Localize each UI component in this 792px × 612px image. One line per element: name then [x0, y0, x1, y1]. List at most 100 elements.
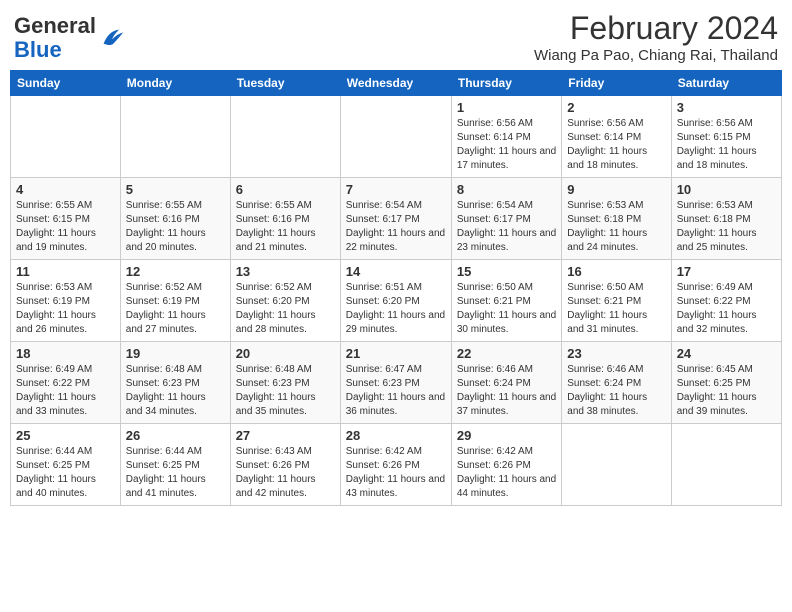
calendar-cell: [340, 96, 451, 178]
day-info: Sunrise: 6:42 AM Sunset: 6:26 PM Dayligh…: [346, 445, 446, 501]
day-info: Sunrise: 6:46 AM Sunset: 6:24 PM Dayligh…: [457, 363, 556, 419]
day-number: 8: [457, 182, 556, 197]
day-number: 16: [567, 264, 665, 279]
column-header-friday: Friday: [562, 71, 671, 96]
calendar-cell: 26Sunrise: 6:44 AM Sunset: 6:25 PM Dayli…: [120, 424, 230, 506]
day-info: Sunrise: 6:49 AM Sunset: 6:22 PM Dayligh…: [16, 363, 115, 419]
column-header-sunday: Sunday: [11, 71, 121, 96]
week-row-1: 1Sunrise: 6:56 AM Sunset: 6:14 PM Daylig…: [11, 96, 782, 178]
calendar-cell: 14 Sunrise: 6:51 AM Sunset: 6:20 PM Dayli…: [340, 260, 451, 342]
week-row-5: 25 Sunrise: 6:44 AM Sunset: 6:25 PM Dayli…: [11, 424, 782, 506]
day-number: 28: [346, 428, 446, 443]
day-number: 21: [346, 346, 446, 361]
day-info: Sunrise: 6:50 AM Sunset: 6:21 PM Dayligh…: [567, 281, 665, 337]
calendar-cell: [230, 96, 340, 178]
day-number: 4: [16, 182, 115, 197]
calendar-cell: 8 Sunrise: 6:54 AM Sunset: 6:17 PM Daylig…: [451, 178, 561, 260]
calendar-cell: 21 Sunrise: 6:47 AM Sunset: 6:23 PM Dayli…: [340, 342, 451, 424]
day-info: Sunrise: 6:45 AM Sunset: 6:25 PM Dayligh…: [677, 363, 776, 419]
day-info: Sunrise: 6:51 AM Sunset: 6:20 PM Dayligh…: [346, 281, 446, 337]
calendar-cell: 23 Sunrise: 6:46 AM Sunset: 6:24 PM Dayli…: [562, 342, 671, 424]
day-number: 13: [236, 264, 335, 279]
day-info: Sunrise: 6:46 AM Sunset: 6:24 PM Dayligh…: [567, 363, 665, 419]
month-year-title: February 2024: [534, 10, 778, 47]
day-info: Sunrise: 6:50 AM Sunset: 6:21 PM Dayligh…: [457, 281, 556, 337]
calendar-cell: 1Sunrise: 6:56 AM Sunset: 6:14 PM Daylig…: [451, 96, 561, 178]
day-info: Sunrise: 6:55 AM Sunset: 6:16 PM Dayligh…: [126, 199, 225, 255]
calendar-cell: 20 Sunrise: 6:48 AM Sunset: 6:23 PM Dayli…: [230, 342, 340, 424]
calendar-cell: 9 Sunrise: 6:53 AM Sunset: 6:18 PM Daylig…: [562, 178, 671, 260]
day-info: Sunrise: 6:54 AM Sunset: 6:17 PM Dayligh…: [457, 199, 556, 255]
day-number: 19: [126, 346, 225, 361]
calendar-cell: 15Sunrise: 6:50 AM Sunset: 6:21 PM Dayli…: [451, 260, 561, 342]
calendar-cell: 25 Sunrise: 6:44 AM Sunset: 6:25 PM Dayli…: [11, 424, 121, 506]
calendar-cell: 10Sunrise: 6:53 AM Sunset: 6:18 PM Dayli…: [671, 178, 781, 260]
calendar-cell: [120, 96, 230, 178]
logo-general-text: General: [14, 13, 96, 38]
day-info: Sunrise: 6:48 AM Sunset: 6:23 PM Dayligh…: [236, 363, 335, 419]
calendar-cell: 11Sunrise: 6:53 AM Sunset: 6:19 PM Dayli…: [11, 260, 121, 342]
day-number: 25: [16, 428, 115, 443]
day-number: 20: [236, 346, 335, 361]
day-info: Sunrise: 6:55 AM Sunset: 6:15 PM Dayligh…: [16, 199, 115, 255]
day-info: Sunrise: 6:54 AM Sunset: 6:17 PM Dayligh…: [346, 199, 446, 255]
day-info: Sunrise: 6:56 AM Sunset: 6:14 PM Dayligh…: [567, 117, 665, 173]
calendar-table: SundayMondayTuesdayWednesdayThursdayFrid…: [10, 70, 782, 506]
column-header-tuesday: Tuesday: [230, 71, 340, 96]
day-info: Sunrise: 6:52 AM Sunset: 6:19 PM Dayligh…: [126, 281, 225, 337]
calendar-cell: 7 Sunrise: 6:54 AM Sunset: 6:17 PM Daylig…: [340, 178, 451, 260]
column-header-monday: Monday: [120, 71, 230, 96]
calendar-cell: 17Sunrise: 6:49 AM Sunset: 6:22 PM Dayli…: [671, 260, 781, 342]
day-number: 27: [236, 428, 335, 443]
calendar-cell: [562, 424, 671, 506]
day-number: 3: [677, 100, 776, 115]
day-info: Sunrise: 6:44 AM Sunset: 6:25 PM Dayligh…: [16, 445, 115, 501]
day-number: 11: [16, 264, 115, 279]
day-number: 12: [126, 264, 225, 279]
day-number: 6: [236, 182, 335, 197]
day-info: Sunrise: 6:55 AM Sunset: 6:16 PM Dayligh…: [236, 199, 335, 255]
calendar-cell: 28 Sunrise: 6:42 AM Sunset: 6:26 PM Dayli…: [340, 424, 451, 506]
logo-bird-icon: [98, 24, 126, 52]
day-info: Sunrise: 6:43 AM Sunset: 6:26 PM Dayligh…: [236, 445, 335, 501]
calendar-cell: 27 Sunrise: 6:43 AM Sunset: 6:26 PM Dayli…: [230, 424, 340, 506]
day-number: 2: [567, 100, 665, 115]
day-info: Sunrise: 6:48 AM Sunset: 6:23 PM Dayligh…: [126, 363, 225, 419]
week-row-2: 4 Sunrise: 6:55 AM Sunset: 6:15 PM Daylig…: [11, 178, 782, 260]
calendar-cell: 16 Sunrise: 6:50 AM Sunset: 6:21 PM Dayli…: [562, 260, 671, 342]
day-number: 7: [346, 182, 446, 197]
column-header-saturday: Saturday: [671, 71, 781, 96]
calendar-cell: 22 Sunrise: 6:46 AM Sunset: 6:24 PM Dayli…: [451, 342, 561, 424]
day-number: 18: [16, 346, 115, 361]
title-block: February 2024 Wiang Pa Pao, Chiang Rai, …: [534, 10, 778, 64]
day-number: 22: [457, 346, 556, 361]
column-header-wednesday: Wednesday: [340, 71, 451, 96]
calendar-cell: [671, 424, 781, 506]
calendar-cell: 24 Sunrise: 6:45 AM Sunset: 6:25 PM Dayli…: [671, 342, 781, 424]
calendar-cell: 29Sunrise: 6:42 AM Sunset: 6:26 PM Dayli…: [451, 424, 561, 506]
calendar-cell: 4 Sunrise: 6:55 AM Sunset: 6:15 PM Daylig…: [11, 178, 121, 260]
calendar-cell: 3Sunrise: 6:56 AM Sunset: 6:15 PM Daylig…: [671, 96, 781, 178]
calendar-cell: 2 Sunrise: 6:56 AM Sunset: 6:14 PM Daylig…: [562, 96, 671, 178]
week-row-3: 11Sunrise: 6:53 AM Sunset: 6:19 PM Dayli…: [11, 260, 782, 342]
day-info: Sunrise: 6:49 AM Sunset: 6:22 PM Dayligh…: [677, 281, 776, 337]
calendar-cell: 12 Sunrise: 6:52 AM Sunset: 6:19 PM Dayli…: [120, 260, 230, 342]
day-number: 29: [457, 428, 556, 443]
calendar-header-row: SundayMondayTuesdayWednesdayThursdayFrid…: [11, 71, 782, 96]
calendar-cell: 5 Sunrise: 6:55 AM Sunset: 6:16 PM Daylig…: [120, 178, 230, 260]
day-info: Sunrise: 6:53 AM Sunset: 6:18 PM Dayligh…: [567, 199, 665, 255]
day-info: Sunrise: 6:56 AM Sunset: 6:14 PM Dayligh…: [457, 117, 556, 173]
day-number: 5: [126, 182, 225, 197]
calendar-cell: 19 Sunrise: 6:48 AM Sunset: 6:23 PM Dayli…: [120, 342, 230, 424]
week-row-4: 18 Sunrise: 6:49 AM Sunset: 6:22 PM Dayli…: [11, 342, 782, 424]
calendar-cell: 18 Sunrise: 6:49 AM Sunset: 6:22 PM Dayli…: [11, 342, 121, 424]
day-number: 14: [346, 264, 446, 279]
day-info: Sunrise: 6:47 AM Sunset: 6:23 PM Dayligh…: [346, 363, 446, 419]
calendar-cell: [11, 96, 121, 178]
day-number: 9: [567, 182, 665, 197]
day-number: 23: [567, 346, 665, 361]
day-info: Sunrise: 6:53 AM Sunset: 6:18 PM Dayligh…: [677, 199, 776, 255]
day-info: Sunrise: 6:52 AM Sunset: 6:20 PM Dayligh…: [236, 281, 335, 337]
day-number: 24: [677, 346, 776, 361]
calendar-cell: 6 Sunrise: 6:55 AM Sunset: 6:16 PM Daylig…: [230, 178, 340, 260]
